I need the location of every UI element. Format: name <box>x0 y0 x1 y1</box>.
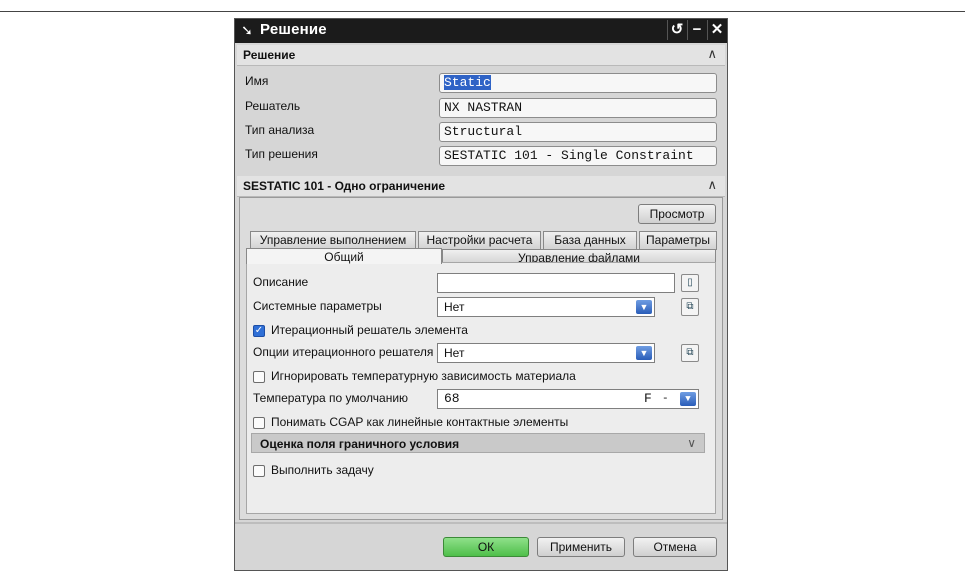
document-icon[interactable]: ▯ <box>681 274 699 292</box>
solution-dialog: ➘ Решение ↺ − ✕ Решение ∧ Имя Static Реш… <box>234 18 728 571</box>
preview-button[interactable]: Просмотр <box>638 204 716 224</box>
edit-params-icon[interactable]: ⧉ <box>681 298 699 316</box>
sestatic-section-header[interactable]: SESTATIC 101 - Одно ограничение ∧ <box>237 176 725 197</box>
dialog-titlebar[interactable]: ➘ Решение ↺ − ✕ <box>235 19 727 43</box>
iterative-solver-label: Итерационный решатель элемента <box>271 323 468 337</box>
iterative-options-label: Опции итерационного решателя <box>253 345 434 359</box>
expand-chevron-icon[interactable]: ∨ <box>687 436 696 450</box>
general-tab-content: Описание ▯ Системные параметры Нет ▼ ⧉ ✓… <box>246 262 716 514</box>
system-params-value: Нет <box>444 300 465 314</box>
ignore-temp-checkbox[interactable] <box>253 371 265 383</box>
minimize-icon[interactable]: − <box>687 20 706 40</box>
dialog-title: Решение <box>260 21 327 38</box>
unit-dropdown-icon[interactable]: - <box>662 390 669 408</box>
iterative-options-dropdown[interactable]: Нет ▼ <box>437 343 655 363</box>
default-temp-value: 68 <box>444 391 460 406</box>
dropdown-arrow-icon[interactable]: ▼ <box>636 346 652 360</box>
name-value: Static <box>444 75 491 90</box>
default-temp-label: Температура по умолчанию <box>253 391 409 405</box>
cgap-checkbox[interactable] <box>253 417 265 429</box>
temp-unit: F <box>644 391 652 406</box>
dropdown-arrow-icon[interactable]: ▼ <box>636 300 652 314</box>
solution-section-header[interactable]: Решение ∧ <box>237 45 725 66</box>
edit-options-icon[interactable]: ⧉ <box>681 344 699 362</box>
footer-divider <box>235 522 727 524</box>
solution-type-label: Тип решения <box>245 147 318 161</box>
apply-button[interactable]: Применить <box>537 537 625 557</box>
collapse-chevron-icon[interactable]: ∧ <box>707 177 717 193</box>
solver-label: Решатель <box>245 99 301 113</box>
tab-database[interactable]: База данных <box>543 231 637 250</box>
run-task-label: Выполнить задачу <box>271 463 374 477</box>
solution-type-field: SESTATIC 101 - Single Constraint <box>439 146 717 166</box>
cancel-button[interactable]: Отмена <box>633 537 717 557</box>
boundary-eval-title: Оценка поля граничного условия <box>260 437 460 451</box>
description-label: Описание <box>253 275 309 289</box>
system-params-dropdown[interactable]: Нет ▼ <box>437 297 655 317</box>
analysis-type-label: Тип анализа <box>245 123 315 137</box>
reset-icon[interactable]: ↺ <box>667 20 686 40</box>
analysis-type-field: Structural <box>439 122 717 142</box>
collapse-chevron-icon[interactable]: ∧ <box>707 46 717 62</box>
ok-button[interactable]: ОК <box>443 537 529 557</box>
iterative-options-value: Нет <box>444 346 465 360</box>
solver-field: NX NASTRAN <box>439 98 717 118</box>
name-label: Имя <box>245 74 269 88</box>
solution-section-title: Решение <box>243 48 296 62</box>
tab-parameters[interactable]: Параметры <box>639 231 717 250</box>
name-field[interactable]: Static <box>439 73 717 93</box>
system-params-label: Системные параметры <box>253 299 382 313</box>
unit-arrow-icon[interactable]: ▼ <box>680 392 696 406</box>
ignore-temp-label: Игнорировать температурную зависимость м… <box>271 369 576 383</box>
sestatic-panel: Просмотр Управление выполнением Настройк… <box>239 197 723 520</box>
iterative-solver-checkbox[interactable]: ✓ <box>253 325 265 337</box>
cursor-arrow-icon: ➘ <box>241 22 253 38</box>
tab-general[interactable]: Общий <box>246 248 442 264</box>
default-temp-input[interactable]: 68 F - ▼ <box>437 389 699 409</box>
run-task-checkbox[interactable] <box>253 465 265 477</box>
sestatic-section-title: SESTATIC 101 - Одно ограничение <box>243 179 446 193</box>
description-input[interactable] <box>437 273 675 293</box>
boundary-eval-header[interactable]: Оценка поля граничного условия ∨ <box>251 433 705 453</box>
cgap-label: Понимать CGAP как линейные контактные эл… <box>271 415 569 429</box>
top-divider-line <box>0 11 965 12</box>
close-icon[interactable]: ✕ <box>707 20 726 40</box>
